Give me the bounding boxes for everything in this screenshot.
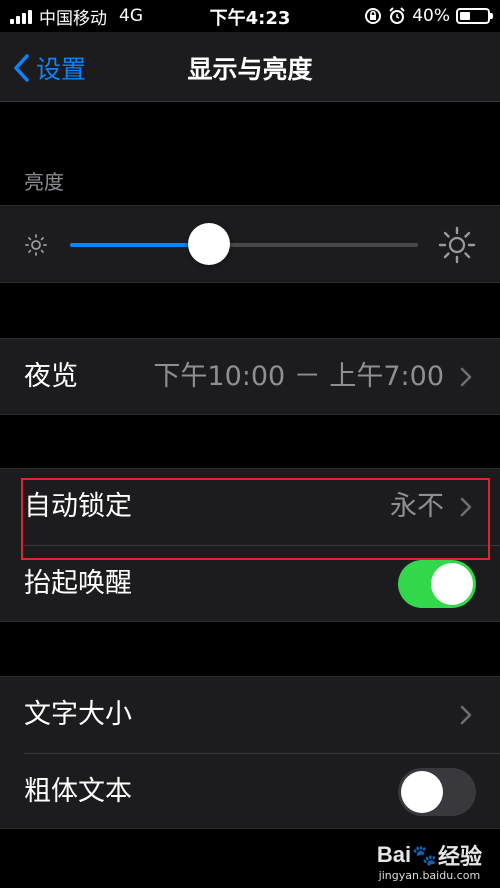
brightness-header: 亮度 xyxy=(24,170,64,194)
brightness-group xyxy=(0,205,500,283)
chevron-right-icon xyxy=(460,367,472,387)
raise-to-wake-toggle[interactable] xyxy=(398,560,476,608)
night-shift-value: 下午10:00 － 上午7:00 xyxy=(153,361,444,392)
night-shift-label: 夜览 xyxy=(24,361,78,392)
brightness-slider-thumb[interactable] xyxy=(188,223,231,265)
auto-lock-label: 自动锁定 xyxy=(24,491,132,522)
battery-percent: 40% xyxy=(412,6,450,26)
night-shift-group: 夜览 下午10:00 － 上午7:00 xyxy=(0,338,500,415)
watermark-logo-right: 经验 xyxy=(437,844,482,869)
chevron-right-icon xyxy=(460,497,472,517)
raise-to-wake-label: 抬起唤醒 xyxy=(24,568,132,599)
watermark-logo-left: Bai xyxy=(376,842,412,867)
auto-lock-row[interactable]: 自动锁定 永不 xyxy=(0,469,500,545)
alarm-icon xyxy=(389,7,405,24)
battery-icon xyxy=(456,8,493,24)
bold-text-row: 粗体文本 xyxy=(0,754,500,830)
chevron-right-icon xyxy=(460,705,472,725)
status-right: 40% xyxy=(364,4,493,28)
paw-icon: 🐾 xyxy=(412,844,437,867)
bold-text-label: 粗体文本 xyxy=(24,776,132,807)
toggle-knob xyxy=(431,563,473,605)
page-title: 显示与亮度 xyxy=(187,55,313,84)
baidu-logo: Bai 🐾 经验 xyxy=(377,839,482,871)
text-size-row[interactable]: 文字大小 xyxy=(0,677,500,753)
toggle-knob xyxy=(401,771,443,813)
brightness-slider[interactable] xyxy=(70,243,418,247)
watermark-url: jingyan.baidu.com xyxy=(378,869,481,882)
sun-small-icon xyxy=(25,234,47,256)
auto-lock-value: 永不 xyxy=(390,491,444,522)
rotation-lock-icon xyxy=(365,8,382,24)
baidu-watermark: Bai 🐾 经验 jingyan.baidu.com xyxy=(377,839,482,882)
navigation-bar: 设置 显示与亮度 xyxy=(0,32,500,102)
raise-to-wake-row: 抬起唤醒 xyxy=(0,546,500,622)
night-shift-row[interactable]: 夜览 下午10:00 － 上午7:00 xyxy=(0,339,500,415)
status-bar: 中国移动 4G 下午4:23 40% xyxy=(0,0,500,32)
bold-text-toggle[interactable] xyxy=(398,768,476,816)
text-group: 文字大小 粗体文本 xyxy=(0,676,500,829)
sun-large-icon xyxy=(438,226,476,264)
lock-group: 自动锁定 永不 抬起唤醒 xyxy=(0,468,500,622)
text-size-label: 文字大小 xyxy=(24,699,132,730)
battery-level-fill xyxy=(460,12,471,20)
